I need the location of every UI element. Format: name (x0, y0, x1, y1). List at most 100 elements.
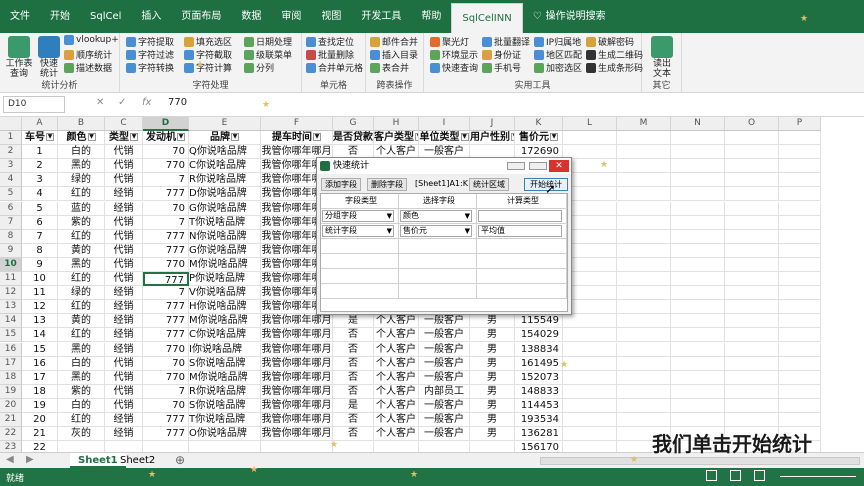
batch-delete-button[interactable]: 批量删除 (306, 48, 354, 61)
table-cell[interactable]: H你说啥品牌 (189, 300, 261, 315)
table-cell[interactable] (779, 201, 821, 216)
table-cell[interactable]: D你说啥品牌 (189, 187, 261, 202)
table-cell[interactable]: 否 (333, 413, 374, 428)
table-cell[interactable] (563, 314, 617, 329)
table-cell[interactable] (779, 215, 821, 230)
barcode-button[interactable]: 生成条形码 (586, 61, 643, 74)
table-cell[interactable] (671, 286, 725, 301)
table-cell[interactable] (617, 314, 671, 329)
table-cell[interactable]: 我管你哪年哪月 (261, 398, 333, 413)
table-cell[interactable]: 红的 (58, 272, 105, 287)
cancel-icon[interactable]: ✕ (96, 97, 104, 108)
table-cell[interactable]: 否 (333, 384, 374, 399)
read-text-button[interactable]: 读出文本 (650, 59, 674, 79)
table-cell[interactable] (671, 398, 725, 413)
table-cell[interactable]: 我管你哪年哪月 (261, 328, 333, 343)
table-cell[interactable]: 经销 (105, 300, 143, 315)
table-cell[interactable]: 我管你哪年哪月 (261, 413, 333, 428)
table-cell[interactable] (779, 229, 821, 244)
table-cell[interactable]: 7 (143, 173, 189, 188)
row-header[interactable]: 9 (0, 243, 22, 258)
phone-button[interactable]: 手机号 (482, 61, 521, 74)
row-header[interactable]: 10 (0, 257, 22, 272)
table-cell[interactable] (725, 243, 779, 258)
header-cell[interactable] (617, 131, 671, 146)
table-cell[interactable] (563, 328, 617, 343)
header-cell[interactable] (671, 131, 725, 146)
table-cell[interactable]: T你说啥品牌 (189, 215, 261, 230)
table-cell[interactable]: 男 (470, 342, 515, 357)
page-layout-view-icon[interactable] (730, 470, 741, 481)
table-cell[interactable]: 14 (22, 328, 58, 343)
row-header[interactable]: 11 (0, 272, 22, 287)
table-cell[interactable]: 16 (22, 356, 58, 371)
enter-icon[interactable]: ✓ (118, 97, 126, 108)
table-cell[interactable]: 男 (470, 398, 515, 413)
table-cell[interactable] (725, 173, 779, 188)
workbook-query-button[interactable]: 工作表查询 (4, 59, 34, 79)
table-cell[interactable]: 黑的 (58, 370, 105, 385)
tab-sqlcel[interactable]: SqlCel (80, 0, 131, 33)
table-cell[interactable]: 一般客户 (419, 370, 470, 385)
row2-type-select[interactable]: 统计字段 ▼ (322, 225, 394, 237)
table-cell[interactable] (725, 272, 779, 287)
table-cell[interactable]: 我管你哪年哪月 (261, 342, 333, 357)
header-cell[interactable]: 颜色 ▼ (58, 131, 105, 146)
table-cell[interactable]: 代销 (105, 229, 143, 244)
row-header[interactable]: 3 (0, 159, 22, 174)
table-cell[interactable]: 17 (22, 370, 58, 385)
table-cell[interactable]: 代销 (105, 257, 143, 272)
table-cell[interactable]: 138834 (515, 342, 563, 357)
stat-region-button[interactable]: 统计区域 (469, 178, 509, 191)
table-cell[interactable]: M你说啥品牌 (189, 370, 261, 385)
order-stat-button[interactable]: 顺序统计 (64, 48, 112, 61)
idcard-button[interactable]: 身份证 (482, 48, 521, 61)
table-cell[interactable]: 否 (333, 356, 374, 371)
table-cell[interactable]: 个人客户 (374, 314, 419, 329)
table-cell[interactable]: 代销 (105, 173, 143, 188)
header-cell[interactable]: 品牌 ▼ (189, 131, 261, 146)
table-cell[interactable]: 136281 (515, 427, 563, 442)
header-cell[interactable] (725, 131, 779, 146)
table-cell[interactable] (617, 257, 671, 272)
row-header[interactable]: 21 (0, 413, 22, 428)
header-cell[interactable]: 是否贷款▼ (333, 131, 374, 146)
merge-tables-button[interactable]: 表合并 (370, 61, 409, 74)
fast-query-button[interactable]: 快速查询 (430, 61, 478, 74)
table-cell[interactable]: 777 (143, 427, 189, 442)
char-calc-button[interactable]: 字符计算 (184, 61, 232, 74)
spotlight-button[interactable]: 聚光灯 (430, 35, 469, 48)
encrypt-selection-button[interactable]: 加密选区 (534, 61, 582, 74)
table-cell[interactable] (617, 384, 671, 399)
table-cell[interactable] (671, 300, 725, 315)
tab-page-layout[interactable]: 页面布局 (171, 0, 231, 33)
table-cell[interactable]: 代销 (105, 145, 143, 160)
table-cell[interactable] (779, 328, 821, 343)
table-cell[interactable] (725, 145, 779, 160)
row-header[interactable]: 22 (0, 427, 22, 442)
table-cell[interactable]: 一般客户 (419, 398, 470, 413)
row-header[interactable]: 1 (0, 131, 22, 146)
char-filter-button[interactable]: 字符过滤 (126, 48, 174, 61)
table-cell[interactable] (671, 370, 725, 385)
table-cell[interactable] (725, 398, 779, 413)
table-cell[interactable]: 193534 (515, 413, 563, 428)
table-cell[interactable] (617, 201, 671, 216)
fill-selection-button[interactable]: 填充选区 (184, 35, 232, 48)
table-cell[interactable] (725, 159, 779, 174)
vlookup-button[interactable]: vlookup+ (64, 35, 119, 45)
table-cell[interactable]: G你说啥品牌 (189, 243, 261, 258)
row1-calc-select[interactable] (478, 210, 562, 222)
normal-view-icon[interactable] (706, 470, 717, 481)
table-cell[interactable]: 经销 (105, 427, 143, 442)
table-cell[interactable] (617, 187, 671, 202)
table-cell[interactable]: 个人客户 (374, 370, 419, 385)
table-cell[interactable]: 男 (470, 328, 515, 343)
table-cell[interactable]: N你说啥品牌 (189, 229, 261, 244)
table-cell[interactable] (617, 356, 671, 371)
table-cell[interactable]: 代销 (105, 272, 143, 287)
table-cell[interactable]: 黄的 (58, 243, 105, 258)
table-cell[interactable]: 12 (22, 300, 58, 315)
table-cell[interactable] (779, 314, 821, 329)
table-cell[interactable]: 我管你哪年哪月 (261, 427, 333, 442)
